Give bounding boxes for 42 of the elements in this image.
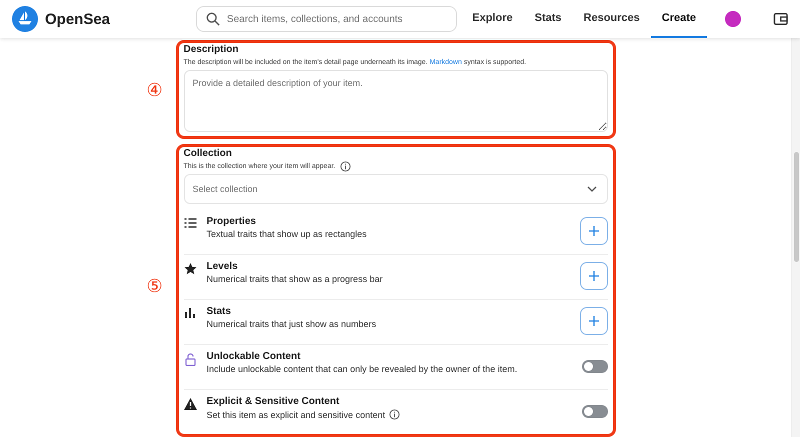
option-title: Properties bbox=[206, 216, 257, 227]
option-title: Explicit & Sensitive Content bbox=[206, 396, 340, 407]
add-button[interactable] bbox=[580, 307, 608, 335]
brand-name[interactable]: OpenSea bbox=[45, 10, 110, 28]
add-button[interactable] bbox=[580, 262, 608, 290]
logo-icon[interactable] bbox=[12, 6, 38, 32]
option-description: Numerical traits that show as a progress bar bbox=[206, 274, 383, 284]
option-title: Unlockable Content bbox=[206, 351, 302, 362]
section-title: Collection bbox=[184, 148, 233, 159]
option-description: Include unlockable content that can only be revealed by the owner of the item. bbox=[206, 364, 518, 374]
star-icon bbox=[184, 263, 196, 275]
lock-icon bbox=[184, 353, 196, 366]
nav-link[interactable]: Stats bbox=[524, 0, 573, 38]
warning-icon bbox=[184, 398, 196, 410]
wallet-icon[interactable] bbox=[772, 11, 788, 27]
collection-select[interactable]: Select collection bbox=[184, 174, 608, 204]
toggle-switch[interactable] bbox=[582, 405, 608, 418]
list-icon bbox=[184, 218, 196, 228]
bar-chart-icon bbox=[184, 308, 196, 318]
add-button[interactable] bbox=[580, 217, 608, 245]
option-description: Textual traits that show up as rectangles bbox=[206, 229, 367, 239]
plus-icon bbox=[588, 226, 598, 236]
plus-icon bbox=[588, 271, 598, 281]
step-marker: ④ bbox=[146, 79, 162, 101]
section-title: Description bbox=[184, 44, 240, 55]
option-description: Numerical traits that just show as numbers bbox=[206, 319, 376, 329]
search-field[interactable]: Search items, collections, and accounts bbox=[196, 6, 458, 32]
nav-link[interactable]: Explore bbox=[461, 0, 524, 38]
toggle-switch[interactable] bbox=[582, 360, 608, 373]
info-icon[interactable] bbox=[389, 409, 400, 420]
nav-link[interactable]: Resources bbox=[572, 0, 651, 38]
option-title: Stats bbox=[206, 306, 232, 317]
scrollbar[interactable] bbox=[791, 38, 800, 437]
description-field[interactable]: Provide a detailed description of your item. bbox=[184, 70, 608, 132]
step-marker: ⑤ bbox=[146, 275, 162, 297]
option-description: Set this item as explicit and sensitive content bbox=[206, 410, 386, 420]
avatar[interactable] bbox=[725, 11, 741, 27]
option-title: Levels bbox=[206, 261, 239, 272]
chevron-down-icon bbox=[586, 186, 596, 192]
plus-icon bbox=[588, 316, 598, 326]
info-icon[interactable] bbox=[340, 161, 352, 172]
nav-link[interactable]: Create bbox=[650, 0, 708, 38]
